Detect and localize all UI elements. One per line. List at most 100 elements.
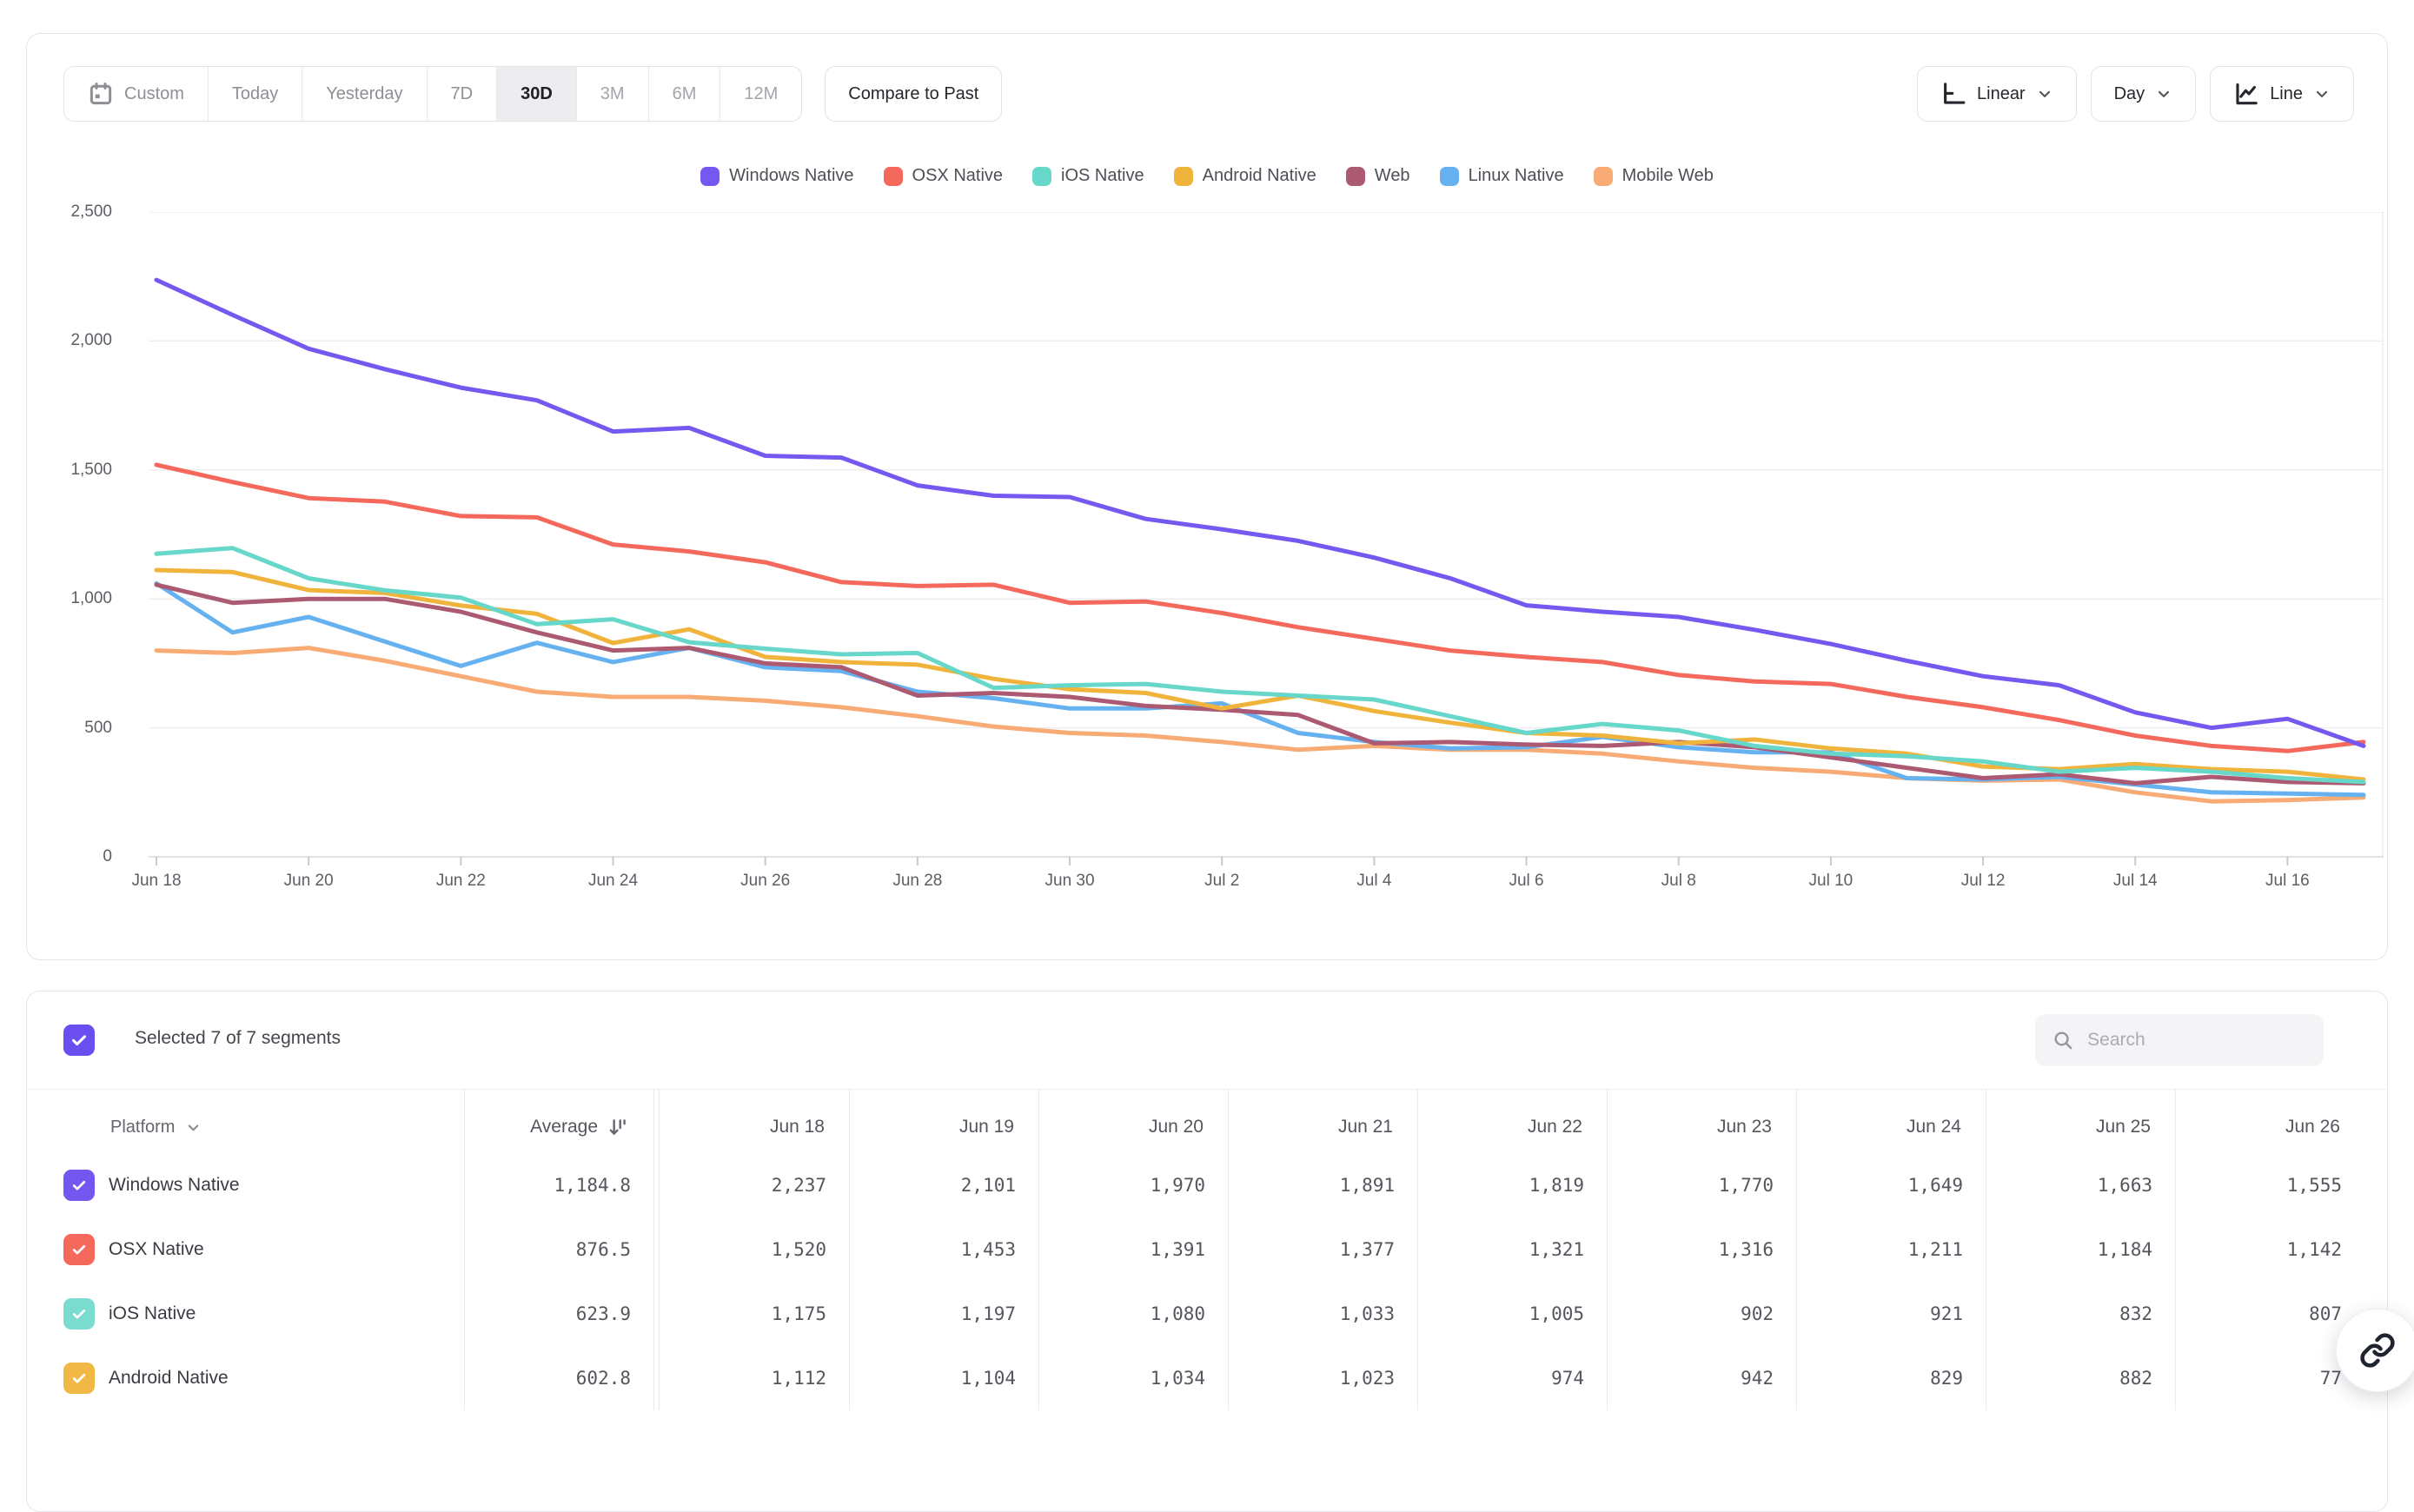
check-icon [70,1369,88,1387]
legend-item-web[interactable]: Web [1346,166,1410,186]
cell-value: 2,101 [849,1153,1038,1217]
row-checkbox-android-native[interactable] [63,1363,95,1394]
compare-to-past-button[interactable]: Compare to Past [825,66,1002,122]
selected-segments-text: Selected 7 of 7 segments [135,1028,341,1049]
legend-item-linux-native[interactable]: Linux Native [1440,166,1564,186]
check-icon [70,1031,89,1050]
search-input[interactable] [2087,1030,2306,1051]
range-3m-button[interactable]: 3M [576,67,648,121]
range-6m-button[interactable]: 6M [648,67,720,121]
legend-label: Mobile Web [1622,166,1714,186]
cell-value: 1,142 [2175,1217,2364,1282]
range-30d-button[interactable]: 30D [496,67,576,121]
platform-name-label: iOS Native [109,1303,196,1324]
chart-type-label: Line [2270,84,2303,104]
cell-value: 829 [1796,1346,1986,1410]
range-7d-button[interactable]: 7D [427,67,497,121]
average-header-label: Average [530,1117,598,1137]
x-axis-label: Jul 16 [2226,872,2348,891]
share-link-button[interactable] [2336,1309,2414,1392]
series-line-linux-native[interactable] [156,583,2364,794]
chart-type-dropdown[interactable]: Line [2210,66,2354,122]
table-row-platform-ios-native: iOS Native [63,1282,464,1346]
sort-descending-icon[interactable] [607,1116,629,1138]
cell-value: 1,970 [1038,1153,1228,1217]
range-today-button[interactable]: Today [208,67,302,121]
chevron-down-icon [185,1119,202,1136]
series-line-windows-native[interactable] [156,280,2364,746]
chevron-down-icon [2155,85,2172,103]
x-axis-label: Jun 20 [248,872,369,891]
cell-value: 1,033 [1228,1282,1417,1346]
granularity-label: Day [2114,84,2145,104]
frozen-column-divider [653,1282,660,1346]
cell-value: 882 [1986,1346,2175,1410]
legend-item-osx-native[interactable]: OSX Native [884,166,1003,186]
range-custom-button[interactable]: Custom [64,67,208,121]
chevron-down-icon [2036,85,2053,103]
cell-average-windows-native: 1,184.8 [464,1153,653,1217]
cell-value: 1,819 [1417,1153,1607,1217]
legend-item-ios-native[interactable]: iOS Native [1032,166,1144,186]
row-checkbox-osx-native[interactable] [63,1234,95,1265]
row-checkbox-ios-native[interactable] [63,1298,95,1330]
x-axis-label: Jul 4 [1313,872,1435,891]
search-icon [2053,1028,2073,1052]
legend-swatch [1174,167,1193,186]
frozen-column-divider [653,1153,660,1217]
check-icon [70,1177,88,1194]
table-row-platform-windows-native: Windows Native [63,1153,464,1217]
segments-bar: Selected 7 of 7 segments [63,1012,2351,1068]
frozen-column-divider [653,1346,660,1410]
x-axis-label: Jun 30 [1009,872,1131,891]
scale-dropdown[interactable]: Linear [1917,66,2077,122]
cell-value: 1,321 [1417,1217,1607,1282]
y-axis-label: 2,000 [27,330,112,351]
x-axis-label: Jul 14 [2074,872,2196,891]
x-axis-label: Jun 18 [96,872,217,891]
cell-value: 1,104 [849,1346,1038,1410]
legend-item-windows-native[interactable]: Windows Native [700,166,853,186]
range-custom-label: Custom [124,84,184,104]
x-axis-label: Jun 22 [400,872,521,891]
legend-swatch [1032,167,1051,186]
granularity-dropdown[interactable]: Day [2091,66,2197,122]
frozen-column-divider [653,1217,660,1282]
x-axis-label: Jul 8 [1618,872,1740,891]
range-yesterday-button[interactable]: Yesterday [302,67,426,121]
y-axis-label: 500 [27,718,112,739]
check-icon [70,1241,88,1258]
cell-value: 974 [1417,1346,1607,1410]
platform-name-label: OSX Native [109,1239,204,1260]
cell-value: 902 [1607,1282,1796,1346]
legend-label: OSX Native [912,166,1003,186]
chevron-down-icon [2313,85,2331,103]
legend-item-android-native[interactable]: Android Native [1174,166,1316,186]
check-icon [70,1305,88,1323]
cell-average-android-native: 602.8 [464,1346,653,1410]
linear-scale-icon [1940,81,1966,107]
x-axis-label: Jul 10 [1770,872,1892,891]
cell-value: 1,023 [1228,1346,1417,1410]
platform-name-label: Android Native [109,1368,229,1389]
legend-item-mobile-web[interactable]: Mobile Web [1594,166,1714,186]
cell-value: 1,377 [1228,1217,1417,1282]
legend-swatch [884,167,903,186]
y-axis-label: 2,500 [27,202,112,222]
cell-value: 1,080 [1038,1282,1228,1346]
x-axis-label: Jun 28 [857,872,978,891]
line-chart-plot [149,212,2384,869]
table-row-platform-osx-native: OSX Native [63,1217,464,1282]
search-box[interactable] [2035,1014,2324,1066]
select-all-checkbox[interactable] [63,1025,95,1056]
cell-value: 1,005 [1417,1282,1607,1346]
platform-name-label: Windows Native [109,1175,240,1196]
row-checkbox-windows-native[interactable] [63,1170,95,1201]
cell-value: 1,770 [1607,1153,1796,1217]
cell-value: 1,112 [660,1346,849,1410]
cell-average-ios-native: 623.9 [464,1282,653,1346]
cell-value: 1,175 [660,1282,849,1346]
chart-settings-toolbar: Linear Day Line [1917,66,2354,122]
range-12m-button[interactable]: 12M [720,67,801,121]
cell-average-osx-native: 876.5 [464,1217,653,1282]
